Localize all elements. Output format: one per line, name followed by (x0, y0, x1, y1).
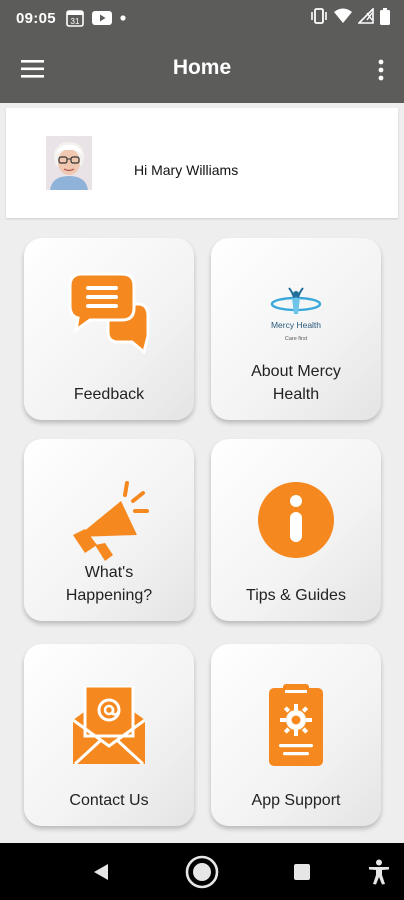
tips-guides-tile[interactable]: Tips & Guides (211, 439, 381, 621)
email-envelope-icon (24, 686, 194, 766)
avatar (46, 136, 92, 190)
status-bar: 09:05 31 (0, 0, 404, 36)
mercy-health-logo: Mercy Health Care first (211, 286, 381, 346)
battery-icon (380, 7, 390, 29)
recents-icon[interactable] (293, 863, 311, 886)
vibrate-icon (310, 8, 328, 28)
accessibility-icon[interactable] (368, 859, 390, 890)
tile-label: Feedback (73, 386, 145, 403)
more-vert-icon[interactable] (376, 58, 386, 82)
info-icon (211, 481, 381, 559)
system-nav-bar (0, 843, 404, 900)
status-time: 09:05 (16, 9, 56, 27)
greeting-text: Hi Mary Williams (134, 162, 239, 178)
chat-bubbles-icon (24, 272, 194, 354)
tile-label: Tips & Guides (246, 587, 346, 604)
tile-label: App Support (251, 792, 341, 809)
greeting-card: Hi Mary Williams (6, 108, 398, 218)
page-title: Home (172, 56, 232, 79)
logo-tagline: Care first (285, 336, 308, 342)
youtube-icon (91, 10, 112, 26)
contact-us-tile[interactable]: Contact Us (24, 644, 194, 826)
dot-icon (120, 15, 126, 21)
phone-settings-icon (211, 684, 381, 768)
calendar-day: 31 (70, 17, 79, 26)
home-icon[interactable] (185, 855, 219, 894)
logo-brand: Mercy Health (271, 320, 321, 330)
whats-happening-tile[interactable]: What's Happening? (24, 439, 194, 621)
tile-label: What's Happening? (65, 564, 153, 604)
tile-label: Contact Us (69, 792, 149, 809)
back-icon[interactable] (92, 863, 110, 886)
tile-label: About Mercy Health (251, 363, 341, 403)
wifi-icon (334, 8, 352, 28)
signal-icon (357, 7, 374, 28)
megaphone-icon (24, 481, 194, 561)
feedback-tile[interactable]: Feedback (24, 238, 194, 420)
calendar-icon: 31 (66, 9, 84, 27)
app-support-tile[interactable]: App Support (211, 644, 381, 826)
app-bar: Home (0, 36, 404, 103)
about-mercy-health-tile[interactable]: Mercy Health Care first About Mercy Heal… (211, 238, 381, 420)
